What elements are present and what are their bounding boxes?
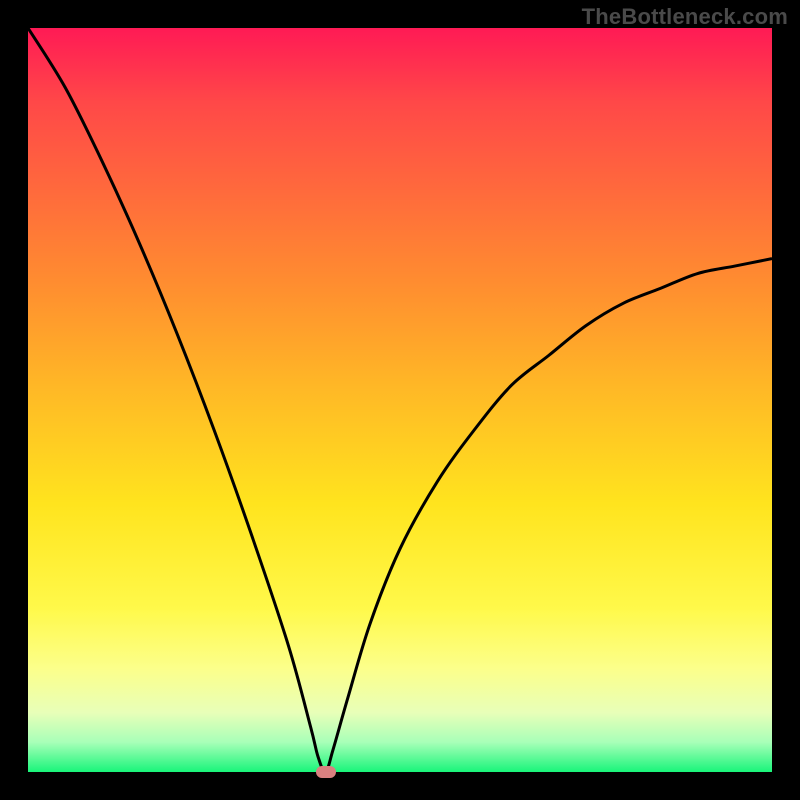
optimum-marker — [316, 766, 336, 778]
bottleneck-curve — [28, 28, 772, 772]
curve-svg — [28, 28, 772, 772]
watermark-text: TheBottleneck.com — [582, 4, 788, 30]
chart-plot-area — [28, 28, 772, 772]
chart-frame: TheBottleneck.com — [0, 0, 800, 800]
